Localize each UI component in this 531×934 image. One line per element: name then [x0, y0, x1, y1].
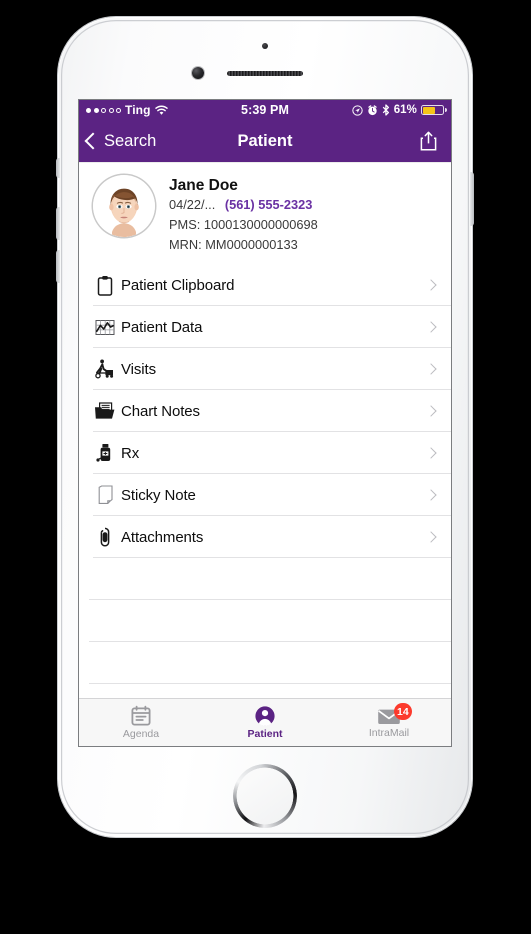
chevron-right-icon — [425, 447, 437, 459]
alarm-clock-icon — [367, 104, 377, 115]
volume-down-button[interactable] — [56, 250, 60, 283]
menu-item-patient-clipboard[interactable]: Patient Clipboard — [79, 264, 451, 307]
battery-percent-label: 61% — [393, 104, 418, 116]
paperclip-icon — [93, 525, 117, 549]
silent-switch[interactable] — [56, 158, 60, 178]
patient-pms: PMS: 1000130000000698 — [169, 216, 318, 232]
menu-item-label: Patient Data — [121, 318, 203, 336]
earpiece-speaker — [227, 71, 303, 76]
patient-phone[interactable]: (561) 555-2323 — [225, 197, 313, 212]
menu-item-attachments[interactable]: Attachments — [79, 516, 451, 559]
menu-item-patient-data[interactable]: Patient Data — [79, 306, 451, 349]
home-button-ring — [233, 764, 297, 828]
chevron-right-icon — [425, 405, 437, 417]
intramail-badge: 14 — [394, 703, 412, 720]
empty-row — [79, 600, 451, 643]
tab-intramail[interactable]: 14 IntraMail — [327, 699, 451, 746]
pill-bottle-icon — [93, 441, 117, 465]
chart-grid-icon — [93, 315, 117, 339]
share-icon — [420, 131, 437, 151]
empty-row — [79, 642, 451, 685]
location-arrow-icon — [352, 104, 363, 116]
menu-item-label: Sticky Note — [121, 486, 196, 504]
battery-icon — [421, 105, 448, 115]
sticky-note-icon — [93, 483, 117, 507]
patient-info: Jane Doe 04/22/... (561) 555-2323 PMS: 1… — [169, 175, 318, 254]
patient-dob-phone-row: 04/22/... (561) 555-2323 — [169, 195, 318, 215]
phone-device: Ting 5:39 PM 61% Search Patient Jane Doe… — [56, 17, 474, 837]
wifi-icon — [154, 105, 168, 115]
patient-header: Jane Doe 04/22/... (561) 555-2323 PMS: 1… — [79, 163, 451, 265]
visits-icon — [93, 357, 117, 381]
folder-notes-icon — [93, 399, 117, 423]
volume-up-button[interactable] — [56, 207, 60, 240]
tab-patient[interactable]: Patient — [203, 699, 327, 746]
patient-dob: 04/22/... — [169, 197, 216, 213]
person-icon — [255, 706, 275, 726]
chevron-right-icon — [425, 279, 437, 291]
patient-menu-list: Patient Clipboard Patient Data Visits Ch… — [79, 264, 451, 685]
chevron-right-icon — [425, 363, 437, 375]
front-camera — [192, 67, 204, 79]
menu-item-visits[interactable]: Visits — [79, 348, 451, 391]
carrier-label: Ting — [125, 103, 151, 117]
calendar-icon — [131, 705, 151, 726]
tab-agenda[interactable]: Agenda — [79, 699, 203, 746]
tab-bar: Agenda Patient 14 IntraMail — [79, 698, 451, 746]
menu-item-sticky-note[interactable]: Sticky Note — [79, 474, 451, 517]
signal-strength-icon — [86, 107, 121, 113]
patient-mrn: MRN: MM0000000133 — [169, 236, 298, 252]
menu-item-label: Attachments — [121, 528, 204, 546]
menu-item-chart-notes[interactable]: Chart Notes — [79, 390, 451, 433]
chevron-left-icon — [84, 132, 102, 150]
menu-item-rx[interactable]: Rx — [79, 432, 451, 475]
screenshot-stage: Ting 5:39 PM 61% Search Patient Jane Doe… — [0, 0, 531, 934]
proximity-sensor — [262, 43, 268, 49]
patient-avatar[interactable] — [93, 175, 155, 237]
status-bar-right: 61% — [289, 104, 448, 116]
power-button[interactable] — [470, 172, 474, 226]
chevron-right-icon — [425, 489, 437, 501]
clipboard-icon — [93, 273, 117, 297]
status-bar: Ting 5:39 PM 61% — [79, 100, 451, 120]
menu-item-label: Visits — [121, 360, 156, 378]
empty-row — [79, 558, 451, 601]
menu-item-label: Patient Clipboard — [121, 276, 235, 294]
menu-item-label: Chart Notes — [121, 402, 200, 420]
tab-label: IntraMail — [368, 726, 410, 739]
menu-item-label: Rx — [121, 444, 140, 462]
back-button[interactable]: Search — [79, 132, 156, 151]
patient-name: Jane Doe — [169, 177, 238, 194]
status-bar-left: Ting — [86, 103, 241, 117]
clock-label: 5:39 PM — [241, 103, 289, 117]
bluetooth-icon — [382, 104, 389, 116]
tab-label: Agenda — [122, 728, 160, 740]
chevron-right-icon — [425, 321, 437, 333]
chevron-right-icon — [425, 531, 437, 543]
tab-label: Patient — [247, 728, 283, 740]
share-button[interactable] — [419, 130, 451, 152]
navigation-bar: Search Patient — [79, 120, 451, 163]
phone-screen: Ting 5:39 PM 61% Search Patient Jane Doe… — [79, 100, 451, 746]
back-button-label: Search — [104, 131, 157, 150]
